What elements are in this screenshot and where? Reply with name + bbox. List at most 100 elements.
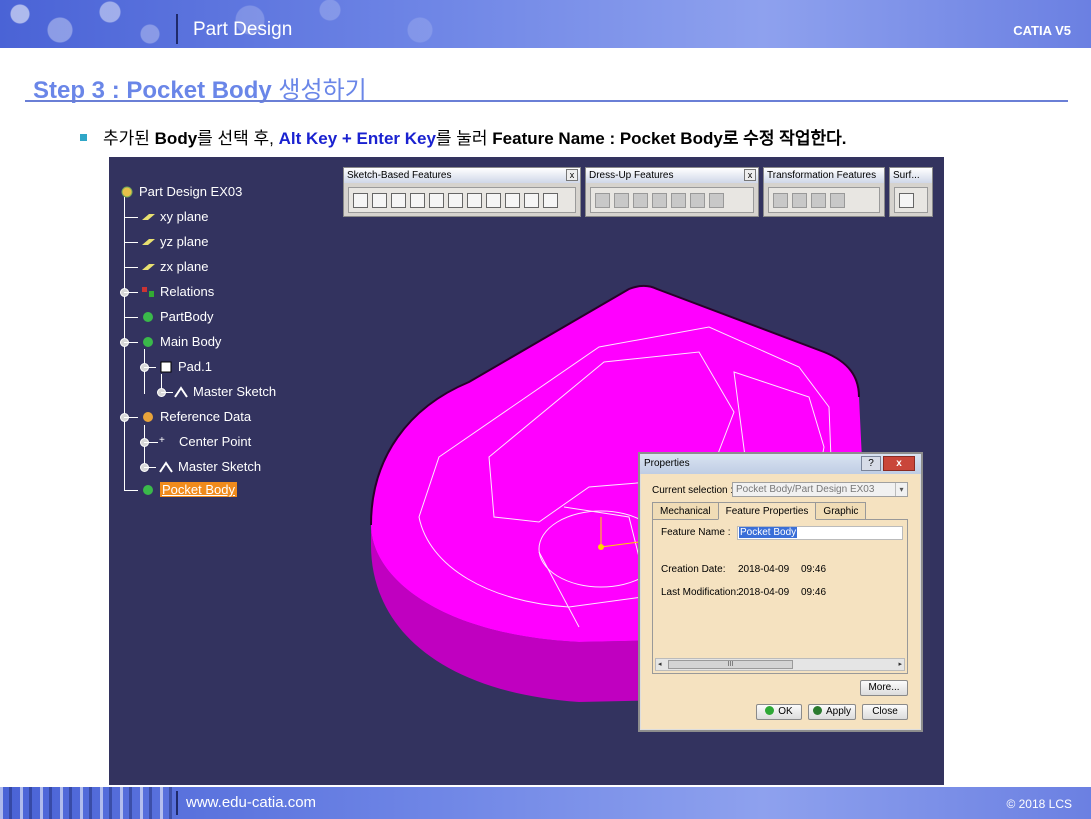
dialog-title: Properties bbox=[644, 458, 690, 469]
body-gear-icon bbox=[143, 311, 153, 322]
tree-yz-plane[interactable]: yz plane bbox=[140, 234, 208, 249]
body-gear-icon bbox=[143, 336, 153, 347]
footer-url[interactable]: www.edu-catia.com bbox=[186, 794, 316, 811]
title-divider bbox=[25, 100, 1068, 102]
tree-xy-plane[interactable]: xy plane bbox=[140, 209, 208, 224]
groove-tool-icon[interactable] bbox=[410, 192, 425, 208]
point-icon: + bbox=[159, 434, 165, 446]
toolbar-dressup-title: Dress-Up Features bbox=[589, 170, 674, 181]
tree-pad[interactable]: Pad.1 bbox=[158, 359, 212, 374]
tree-yz-label: yz plane bbox=[160, 234, 209, 249]
scroll-left-icon[interactable]: ◂ bbox=[658, 660, 662, 668]
tree-relations[interactable]: Relations bbox=[140, 284, 214, 299]
split-tool-icon[interactable] bbox=[899, 192, 914, 208]
hole-tool-icon[interactable] bbox=[429, 192, 444, 208]
toolbar-transform-title: Transformation Features bbox=[767, 170, 877, 181]
close-button[interactable]: Close bbox=[862, 704, 908, 720]
draft-tool-icon[interactable] bbox=[633, 192, 648, 208]
more-button[interactable]: More... bbox=[860, 680, 908, 696]
chamfer-tool-icon[interactable] bbox=[614, 192, 629, 208]
bullet-text-7: 로 수정 작업한다. bbox=[722, 129, 847, 148]
dialog-titlebar[interactable]: Properties ? x bbox=[640, 454, 921, 474]
close-icon[interactable]: x bbox=[744, 169, 756, 181]
shell-tool-icon[interactable] bbox=[652, 192, 667, 208]
slot-tool-icon[interactable] bbox=[467, 192, 482, 208]
tree-pad-label: Pad.1 bbox=[178, 359, 212, 374]
pocket-tool-icon[interactable] bbox=[372, 192, 387, 208]
catia-viewport[interactable]: Part Design EX03 xy plane yz plane zx pl… bbox=[109, 157, 944, 785]
reference-icon bbox=[143, 411, 153, 422]
bullet-text-3: 를 선택 후, bbox=[197, 129, 279, 148]
sketch-icon bbox=[159, 460, 173, 473]
footer-decoration bbox=[0, 787, 180, 819]
tree-master-sketch-1[interactable]: Master Sketch bbox=[173, 384, 276, 399]
toolbar-dress-up[interactable]: Dress-Up Features x bbox=[585, 167, 759, 217]
dialog-tabs: Mechanical Feature Properties Graphic bbox=[652, 502, 867, 520]
bullet-text-1: 추가된 bbox=[103, 129, 155, 148]
tab-mechanical[interactable]: Mechanical bbox=[652, 502, 719, 520]
tab-graphic[interactable]: Graphic bbox=[815, 502, 867, 520]
apply-button[interactable]: Apply bbox=[808, 704, 856, 720]
plane-icon bbox=[142, 213, 155, 220]
toolbar-transformation[interactable]: Transformation Features bbox=[763, 167, 885, 217]
horizontal-scrollbar[interactable]: ◂ III ▸ bbox=[655, 658, 905, 671]
tree-master-sketch-2-label: Master Sketch bbox=[178, 459, 262, 474]
help-icon[interactable]: ? bbox=[861, 456, 881, 471]
current-selection-field[interactable]: Pocket Body/Part Design EX03 ▾ bbox=[732, 482, 908, 497]
close-icon[interactable]: x bbox=[566, 169, 578, 181]
instruction-bullet: 추가된 Body를 선택 후, Alt Key + Enter Key를 눌러 … bbox=[80, 124, 846, 149]
creation-time-value: 09:46 bbox=[801, 564, 827, 575]
translate-tool-icon[interactable] bbox=[773, 192, 788, 208]
tree-partbody-label: PartBody bbox=[160, 309, 214, 324]
toolbar-sketch-title: Sketch-Based Features bbox=[347, 170, 452, 181]
solid-combine-tool-icon[interactable] bbox=[543, 192, 558, 208]
thread-tool-icon[interactable] bbox=[690, 192, 705, 208]
bullet-square-icon bbox=[80, 134, 87, 142]
tree-zx-plane[interactable]: zx plane bbox=[140, 259, 208, 274]
tree-reference-data[interactable]: Reference Data bbox=[140, 409, 251, 424]
toolbar-surf-title: Surf... bbox=[893, 170, 920, 181]
tab-feature-properties[interactable]: Feature Properties bbox=[717, 502, 817, 520]
tree-master-sketch-1-label: Master Sketch bbox=[193, 384, 277, 399]
shaft-tool-icon[interactable] bbox=[391, 192, 406, 208]
dialog-close-icon[interactable]: x bbox=[883, 456, 915, 471]
sketch-icon bbox=[174, 385, 188, 398]
remove-loft-tool-icon[interactable] bbox=[524, 192, 539, 208]
tree-main-body[interactable]: Main Body bbox=[140, 334, 221, 349]
tree-zx-label: zx plane bbox=[160, 259, 209, 274]
thickness-tool-icon[interactable] bbox=[671, 192, 686, 208]
tree-reference-label: Reference Data bbox=[160, 409, 252, 424]
pattern-tool-icon[interactable] bbox=[811, 192, 826, 208]
fillet-tool-icon[interactable] bbox=[595, 192, 610, 208]
toolbar-sketch-based[interactable]: Sketch-Based Features x bbox=[343, 167, 581, 217]
properties-dialog[interactable]: Properties ? x Current selection : Pocke… bbox=[638, 452, 923, 732]
tree-root[interactable]: Part Design EX03 bbox=[119, 184, 242, 199]
chevron-down-icon[interactable]: ▾ bbox=[895, 483, 907, 496]
relations-icon bbox=[142, 286, 154, 297]
stiffener-tool-icon[interactable] bbox=[486, 192, 501, 208]
tree-partbody[interactable]: PartBody bbox=[140, 309, 213, 324]
modification-date-value: 2018-04-09 bbox=[738, 587, 790, 598]
header-separator bbox=[176, 14, 178, 44]
feature-name-input[interactable]: Pocket Body bbox=[737, 526, 903, 540]
header-brand: CATIA V5 bbox=[1013, 23, 1071, 38]
mirror-tool-icon[interactable] bbox=[792, 192, 807, 208]
tree-pocket-body[interactable]: Pocket Body bbox=[140, 482, 237, 497]
tree-master-sketch-2[interactable]: Master Sketch bbox=[158, 459, 261, 474]
feature-name-value: Pocket Body bbox=[739, 527, 798, 538]
header-title: Part Design bbox=[193, 19, 293, 40]
scroll-thumb[interactable]: III bbox=[668, 660, 793, 669]
tree-center-point[interactable]: + Center Point bbox=[159, 434, 251, 449]
toolbar-surface[interactable]: Surf... bbox=[889, 167, 933, 217]
scaling-tool-icon[interactable] bbox=[830, 192, 845, 208]
tree-relations-label: Relations bbox=[160, 284, 215, 299]
ok-button[interactable]: OK bbox=[756, 704, 802, 720]
loft-tool-icon[interactable] bbox=[505, 192, 520, 208]
apply-label: Apply bbox=[825, 706, 851, 717]
remove-face-tool-icon[interactable] bbox=[709, 192, 724, 208]
scroll-right-icon[interactable]: ▸ bbox=[898, 660, 902, 668]
pad-icon bbox=[160, 361, 172, 372]
pad-tool-icon[interactable] bbox=[353, 192, 368, 208]
footer-band: www.edu-catia.com © 2018 LCS bbox=[0, 787, 1091, 819]
rib-tool-icon[interactable] bbox=[448, 192, 463, 208]
